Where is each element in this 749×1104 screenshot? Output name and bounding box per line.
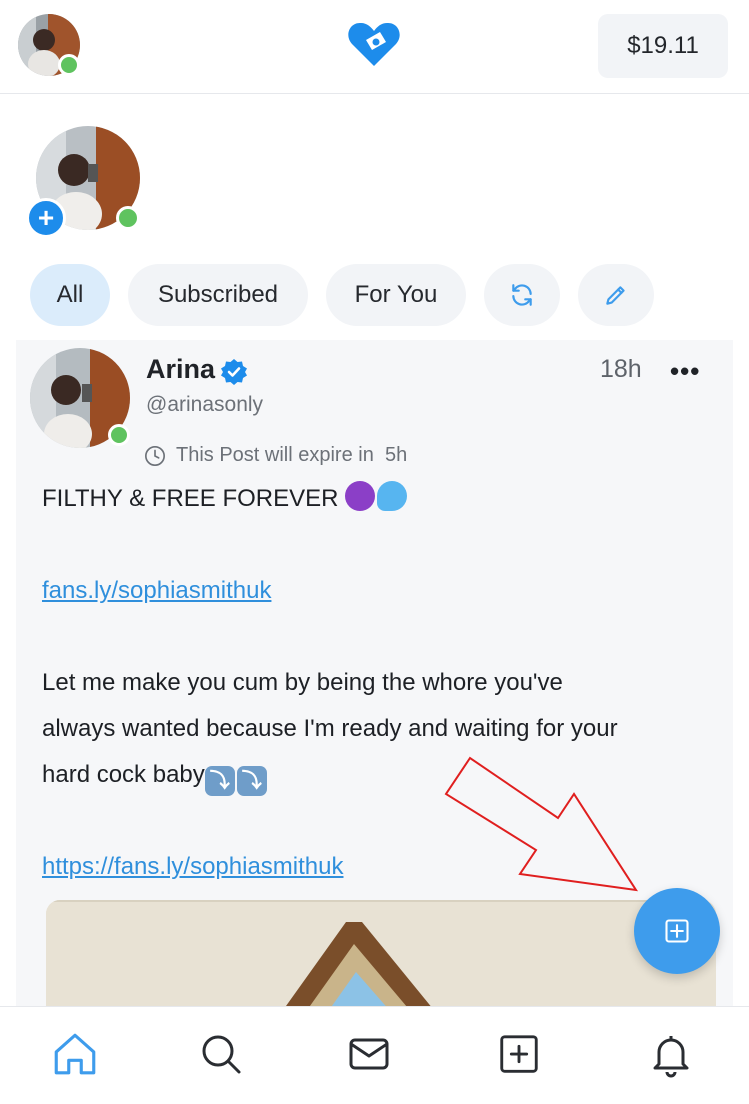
filter-all[interactable]: All <box>30 264 110 326</box>
verified-badge-icon <box>220 358 248 386</box>
nav-messages[interactable] <box>340 1025 398 1083</box>
post-timestamp: 18h <box>600 355 642 383</box>
post-body: FILTHY & FREE FOREVER fans.ly/sophiasmit… <box>42 476 722 890</box>
filter-for-you[interactable]: For You <box>326 264 466 326</box>
nav-home[interactable] <box>46 1025 104 1083</box>
clock-icon <box>145 445 165 466</box>
devil-emoji-icon <box>345 481 376 511</box>
post-media-image[interactable] <box>46 900 716 1020</box>
create-post-fab[interactable] <box>634 888 720 974</box>
post-line-4: hard cock baby <box>42 761 205 788</box>
home-icon <box>54 1033 96 1075</box>
post-line-2: Let me make you cum by being the whore y… <box>42 669 563 696</box>
new-post-icon <box>500 1035 538 1073</box>
post-author-name[interactable]: Arina <box>146 354 215 385</box>
nav-new-post[interactable] <box>490 1025 548 1083</box>
post-expiry-text: This Post will expire in 5h <box>176 444 408 466</box>
add-story-button[interactable]: + <box>26 198 66 238</box>
post-card: Arina @arinasonly 18h ••• This Post will… <box>16 340 733 1020</box>
nav-notifications[interactable] <box>642 1025 700 1083</box>
messages-icon <box>349 1038 389 1070</box>
search-icon <box>202 1035 241 1074</box>
post-more-button[interactable]: ••• <box>670 356 700 387</box>
story-online-indicator <box>116 206 140 230</box>
post-line-3: always wanted because I'm ready and wait… <box>42 715 618 742</box>
wallet-balance[interactable]: $19.11 <box>598 14 728 78</box>
bottom-navigation <box>0 1006 749 1104</box>
arrow-down-emoji-icon: ⤵ <box>204 766 235 796</box>
heart-logo-icon[interactable] <box>346 20 402 70</box>
notifications-icon <box>653 1036 689 1078</box>
post-link-1[interactable]: fans.ly/sophiasmithuk <box>42 577 271 604</box>
post-expiry: This Post will expire in 5h <box>144 444 407 467</box>
nav-search[interactable] <box>192 1025 250 1083</box>
refresh-icon <box>512 284 532 306</box>
refresh-button[interactable] <box>484 264 560 326</box>
edit-filters-button[interactable] <box>578 264 654 326</box>
author-online-indicator <box>108 424 130 446</box>
post-author-handle[interactable]: @arinasonly <box>146 393 263 417</box>
feed-filters: All Subscribed For You <box>30 264 654 326</box>
post-line-1: FILTHY & FREE FOREVER <box>42 485 339 512</box>
filter-subscribed[interactable]: Subscribed <box>128 264 308 326</box>
arrow-down-emoji-icon: ⤵ <box>236 766 267 796</box>
sweat-drops-emoji-icon <box>377 481 408 511</box>
edit-pencil-icon <box>606 286 625 305</box>
online-indicator <box>58 54 80 76</box>
plus-square-icon <box>665 919 689 943</box>
top-bar: $19.11 <box>0 0 749 94</box>
post-link-2[interactable]: https://fans.ly/sophiasmithuk <box>42 853 343 880</box>
